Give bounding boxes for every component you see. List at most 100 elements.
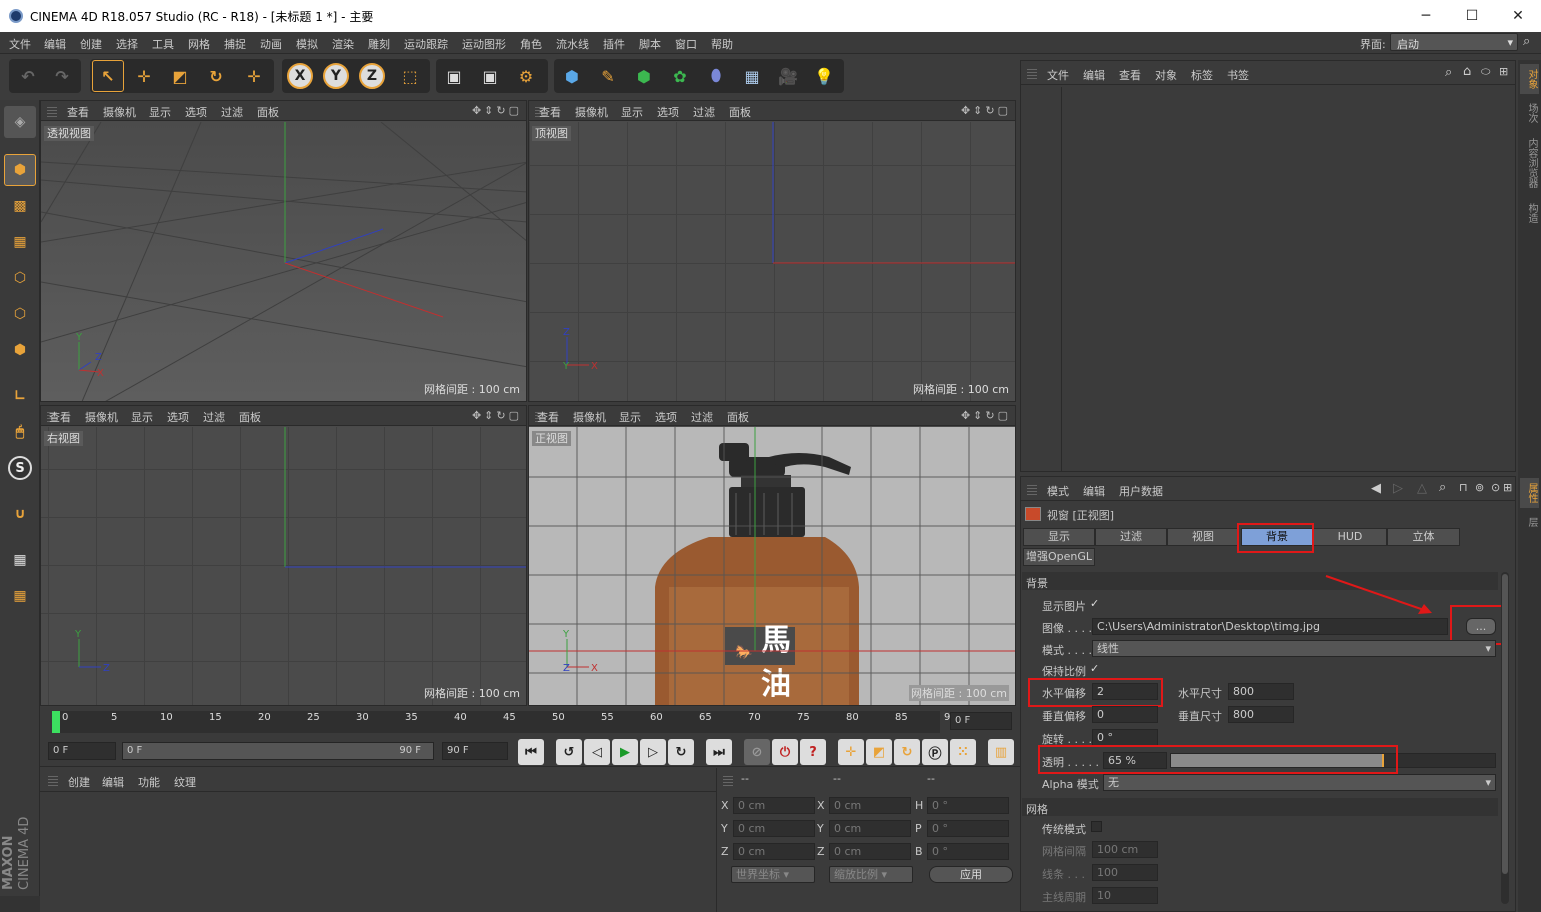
menu-tools[interactable]: 工具 [152,36,174,52]
goto-end-icon[interactable]: ⏭ [706,739,732,765]
workplane-mode-icon[interactable]: ▦ [4,226,36,258]
image-path-field[interactable]: C:\Users\Administrator\Desktop\timg.jpg [1092,618,1448,635]
move-icon[interactable]: ✛ [128,60,160,92]
vp-menu-camera[interactable]: 摄像机 [85,409,118,425]
coord-value-field[interactable]: 0 cm [829,797,911,814]
model-mode-icon[interactable]: ⬢ [4,154,36,186]
menu-help[interactable]: 帮助 [711,36,733,52]
viewport-top[interactable]: 查看 摄像机 显示 选项 过滤 面板 ✥⇕↻▢ Z X Y 顶视图 网格间距 :… [528,100,1016,402]
menu-edit[interactable]: 编辑 [44,36,66,52]
scale-mode-select[interactable]: 缩放比例 ▾ [829,866,913,883]
menu-create[interactable]: 创建 [80,36,102,52]
coord-value-field[interactable]: 0 cm [733,797,815,814]
layout-select[interactable]: 启动 ▾ [1390,33,1518,51]
grip-icon[interactable] [48,774,58,786]
mat-menu-create[interactable]: 创建 [68,774,90,790]
v-size-field[interactable]: 800 [1228,706,1294,723]
menu-snap[interactable]: 捕捉 [224,36,246,52]
key-pla-icon[interactable]: ⁙ [950,739,976,765]
lines-field[interactable]: 100 [1092,864,1158,881]
major-lines-field[interactable]: 10 [1092,887,1158,904]
obj-menu-object[interactable]: 对象 [1155,67,1177,83]
mat-menu-function[interactable]: 功能 [138,774,160,790]
coord-value-field[interactable]: 0 cm [733,820,815,837]
render-settings-icon[interactable]: ⚙ [510,60,542,92]
texture-mode-icon[interactable]: ▩ [4,190,36,222]
render-view-icon[interactable]: ▣ [438,60,470,92]
collapse-icon[interactable]: ⬭ [1481,65,1490,79]
tweak-mode-icon[interactable]: 🖱 [4,416,36,448]
close-button[interactable]: ✕ [1495,0,1541,32]
viewport-nav-icons[interactable]: ✥⇕↻▢ [472,409,522,422]
viewport-right[interactable]: 查看 摄像机 显示 选项 过滤 面板 ✥⇕↻▢ Y Z 右视图 网格间距 : 1… [40,405,527,706]
range-slider[interactable]: 0 F 90 F [122,742,434,760]
cloner-icon[interactable]: ✿ [664,60,696,92]
coord-value-field[interactable]: 0 ° [927,797,1009,814]
vp-menu-display[interactable]: 显示 [619,409,641,425]
search-icon[interactable]: ⌕ [1523,34,1530,49]
viewport-front[interactable]: 查看 摄像机 显示 选项 过滤 面板 ✥⇕↻▢ 🐎 馬 油 Y X Z 正视图 … [528,405,1016,706]
pen-spline-icon[interactable]: ✎ [592,60,624,92]
obj-menu-edit[interactable]: 编辑 [1083,67,1105,83]
search-icon[interactable]: ⌕ [1445,65,1452,80]
menu-animate[interactable]: 动画 [260,36,282,52]
undo-icon[interactable]: ↶ [12,60,44,92]
side-tab-content-browser[interactable]: 内容浏览器 [1520,132,1539,194]
vp-menu-display[interactable]: 显示 [621,104,643,120]
side-tab-objects[interactable]: 对象 [1520,64,1539,94]
obj-menu-view[interactable]: 查看 [1119,67,1141,83]
home-icon[interactable]: ⌂ [1463,64,1471,79]
vp-menu-view[interactable]: 查看 [49,409,71,425]
menu-mograph[interactable]: 运动图形 [462,36,506,52]
light-icon[interactable]: 💡 [808,60,840,92]
coordinate-system-icon[interactable]: ⬚ [394,60,426,92]
edges-mode-icon[interactable]: ⬡ [4,298,36,330]
end-frame-field[interactable]: 90 F [442,742,508,760]
grip-icon[interactable] [1027,483,1037,495]
key-scale-icon[interactable]: ◩ [866,739,892,765]
menu-simulate[interactable]: 模拟 [296,36,318,52]
vp-menu-options[interactable]: 选项 [167,409,189,425]
coord-value-field[interactable]: 0 cm [829,843,911,860]
vp-menu-options[interactable]: 选项 [657,104,679,120]
vp-menu-view[interactable]: 查看 [67,104,89,120]
tab-filter[interactable]: 过滤 [1095,528,1167,546]
attr-menu-mode[interactable]: 模式 [1047,483,1069,499]
mode-select[interactable]: 线性 ▾ [1092,640,1496,657]
obj-menu-bookmarks[interactable]: 书签 [1227,67,1249,83]
menu-mesh[interactable]: 网格 [188,36,210,52]
recent-tool-icon[interactable]: ✛ [238,60,270,92]
maximize-button[interactable]: ☐ [1449,0,1495,32]
grip-icon[interactable] [47,105,57,117]
y-axis-lock-icon[interactable]: Y [320,60,352,92]
coord-value-field[interactable]: 0 cm [829,820,911,837]
keyframe-selection-icon[interactable]: ? [800,739,826,765]
next-key-icon[interactable]: ↻ [668,739,694,765]
make-editable-icon[interactable]: ◈ [4,106,36,138]
vp-menu-panel[interactable]: 面板 [729,104,751,120]
coord-value-field[interactable]: 0 cm [733,843,815,860]
menu-plugins[interactable]: 插件 [603,36,625,52]
vp-menu-camera[interactable]: 摄像机 [103,104,136,120]
mat-menu-texture[interactable]: 纹理 [174,774,196,790]
vp-menu-filter[interactable]: 过滤 [221,104,243,120]
vp-menu-view[interactable]: 查看 [539,104,561,120]
render-picture-viewer-icon[interactable]: ▣ [474,60,506,92]
menu-motion-tracker[interactable]: 运动跟踪 [404,36,448,52]
grip-icon[interactable] [723,774,733,786]
side-tab-structure[interactable]: 构造 [1520,198,1539,228]
minimize-button[interactable]: ─ [1403,0,1449,32]
viewport-nav-icons[interactable]: ✥⇕↻▢ [961,409,1011,422]
v-offset-field[interactable]: 0 [1092,706,1158,723]
side-tab-layers[interactable]: 层 [1520,512,1539,532]
tab-display[interactable]: 显示 [1023,528,1095,546]
cube-icon[interactable]: ⬢ [556,60,588,92]
new-window-icon[interactable]: ⊞ [1499,65,1508,78]
lock-icon[interactable]: ⊓ [1459,481,1468,494]
side-tab-attributes[interactable]: 属性 [1520,478,1539,508]
deformer-icon[interactable]: ⬮ [700,60,732,92]
timeline-ruler[interactable]: 051015202530354045505560657075808590 0 F [40,707,1020,737]
viewport-perspective[interactable]: 查看 摄像机 显示 选项 过滤 面板 ✥⇕↻▢ Y Z X 透视视图 网格间距 … [40,100,527,402]
floor-icon[interactable]: ▦ [736,60,768,92]
prev-frame-icon[interactable]: ◁ [584,739,610,765]
